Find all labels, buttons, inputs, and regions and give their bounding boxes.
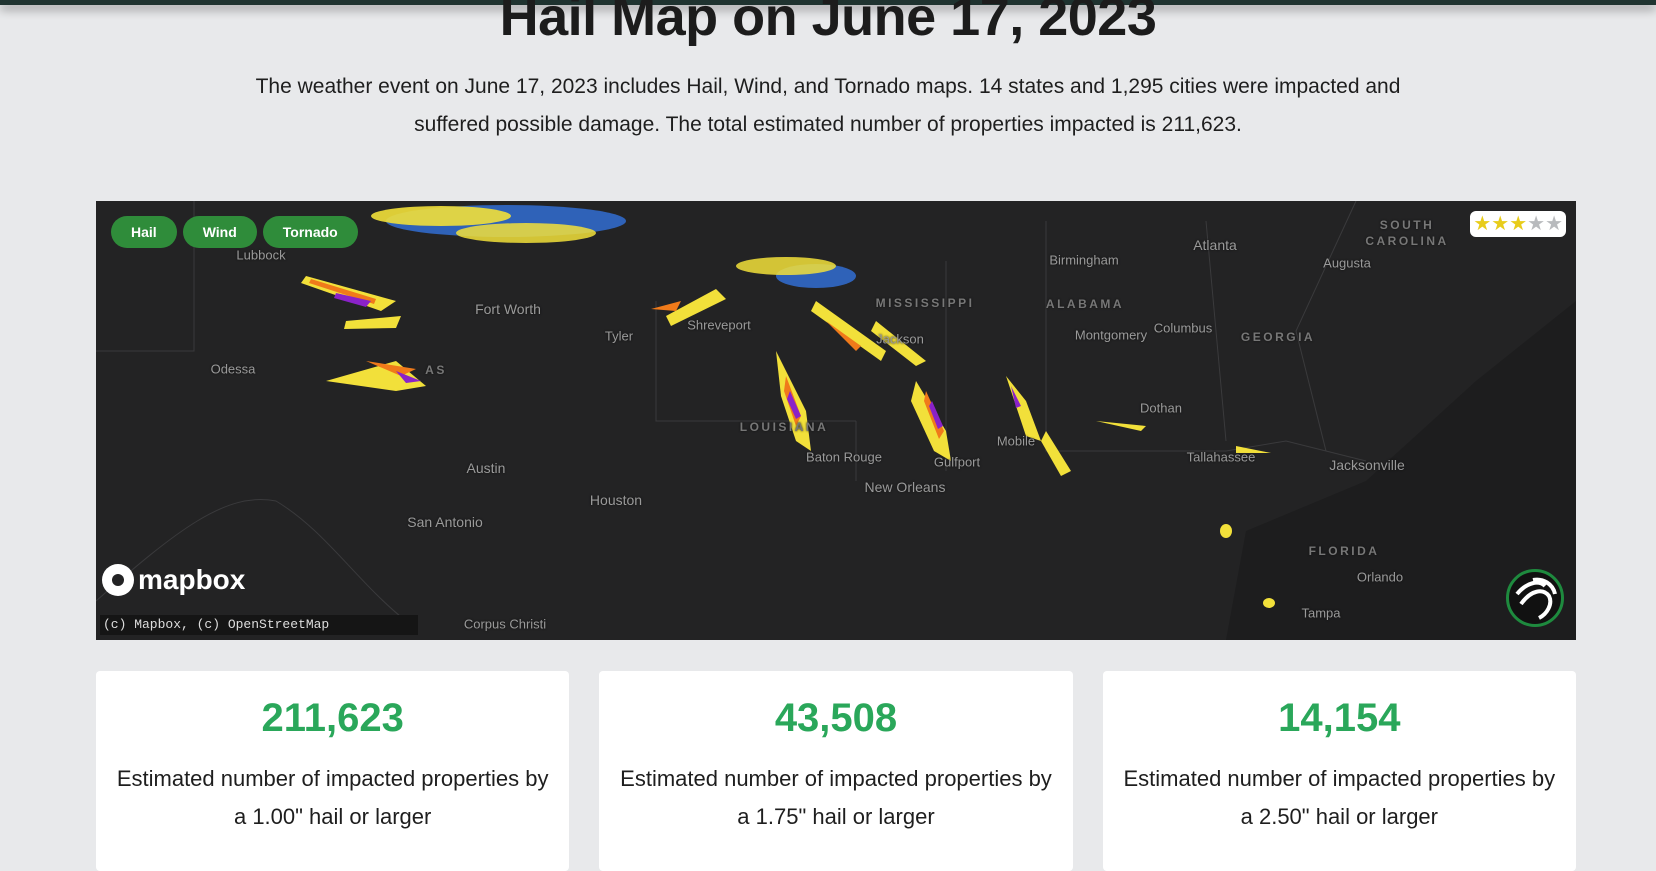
layer-toggle-group: Hail Wind Tornado	[111, 216, 358, 248]
stat-label: Estimated number of impacted properties …	[116, 766, 549, 829]
star-filled-icon: ★	[1473, 213, 1492, 235]
mapbox-wordmark: mapbox	[138, 564, 246, 595]
city-label: Tallahassee	[1186, 449, 1256, 465]
stat-value: 211,623	[261, 696, 404, 740]
hail-layer-button[interactable]: Hail	[111, 216, 177, 248]
stat-card: 14,154 Estimated number of impacted prop…	[1102, 671, 1576, 871]
stat-value: 43,508	[774, 696, 898, 740]
stat-card: 43,508 Estimated number of impacted prop…	[599, 671, 1073, 871]
intro-text: The weather event on June 17, 2023 inclu…	[255, 75, 1401, 136]
star-filled-icon: ★	[1491, 213, 1510, 235]
city-label: Houston	[589, 492, 643, 508]
city-label: Augusta	[1323, 255, 1371, 271]
city-label: Mobile	[996, 433, 1036, 449]
city-label: Birmingham	[1049, 252, 1119, 268]
city-label: Gulfport	[933, 454, 981, 470]
city-label: New Orleans	[864, 479, 946, 495]
stat-label: Estimated number of impacted properties …	[1123, 766, 1556, 829]
city-label: Lubbock	[236, 247, 286, 263]
city-label: Dothan	[1140, 400, 1182, 416]
city-label: Columbus	[1153, 320, 1213, 336]
city-label: Corpus Christi	[463, 616, 547, 632]
state-label: LOUISIANA	[739, 420, 829, 434]
city-label: Orlando	[1356, 569, 1404, 585]
city-label: Baton Rouge	[806, 449, 882, 465]
city-label: San Antonio	[407, 514, 483, 530]
mapbox-logo[interactable]: mapbox	[102, 564, 245, 596]
severity-rating: ★★★★★	[1470, 211, 1566, 237]
stats-cards: 211,623 Estimated number of impacted pro…	[96, 671, 1576, 871]
city-label: Jackson	[876, 331, 924, 347]
wind-layer-button[interactable]: Wind	[182, 216, 257, 248]
map-attribution[interactable]: (c) Mapbox, (c) OpenStreetMap	[100, 615, 418, 635]
page-title: Hail Map on June 17, 2023	[499, 0, 1157, 47]
city-label: Montgomery	[1074, 327, 1148, 343]
stat-card: 211,623 Estimated number of impacted pro…	[96, 671, 570, 871]
state-label: ALABAMA	[1045, 297, 1125, 311]
star-empty-icon: ★	[1527, 213, 1546, 235]
state-label: SOUTH	[1379, 218, 1435, 232]
mapbox-logo-icon	[102, 564, 134, 596]
city-label: Atlanta	[1193, 237, 1237, 253]
city-label: Odessa	[210, 361, 256, 377]
brand-logo-icon	[1506, 569, 1564, 627]
stat-label: Estimated number of impacted properties …	[620, 766, 1052, 829]
stat-value: 14,154	[1278, 696, 1401, 740]
city-label: Shreveport	[687, 317, 751, 333]
city-label: Tyler	[604, 328, 634, 344]
state-label: AS	[425, 363, 447, 377]
city-label: Austin	[466, 460, 506, 476]
state-label: FLORIDA	[1308, 544, 1380, 558]
star-filled-icon: ★	[1509, 213, 1528, 235]
city-label: Fort Worth	[475, 301, 541, 317]
state-label: MISSISSIPPI	[875, 296, 975, 310]
hail-map[interactable]: Lubbock Fort Worth Tyler Shreveport Odes…	[96, 201, 1576, 640]
star-empty-icon: ★	[1545, 213, 1563, 235]
state-label: GEORGIA	[1240, 330, 1316, 344]
tornado-layer-button[interactable]: Tornado	[262, 216, 358, 248]
state-label: CAROLINA	[1365, 234, 1449, 248]
city-label: Jacksonville	[1329, 457, 1405, 473]
city-label: Tampa	[1301, 605, 1341, 621]
